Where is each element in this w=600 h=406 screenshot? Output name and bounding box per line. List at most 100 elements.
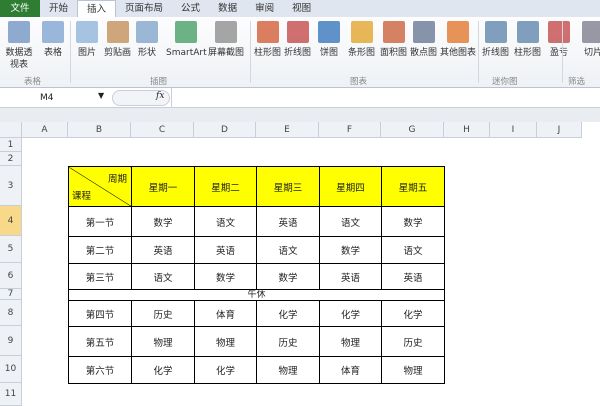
row-header[interactable]: 4: [0, 206, 22, 236]
day-header[interactable]: 星期四: [319, 166, 382, 207]
shapes-button[interactable]: 形状: [136, 21, 158, 59]
fx-icon[interactable]: fx: [156, 91, 164, 101]
subject-cell[interactable]: 数学: [381, 206, 445, 237]
name-box[interactable]: M4: [0, 90, 110, 106]
other-charts-button[interactable]: 其他图表: [440, 21, 476, 59]
ribbon-group-label: 插图: [150, 77, 168, 87]
table-button[interactable]: 表格: [42, 21, 64, 59]
subject-cell[interactable]: 物理: [256, 356, 320, 384]
subject-cell[interactable]: 英语: [256, 206, 320, 237]
period-label[interactable]: 第五节: [68, 326, 132, 357]
formula-bar: M4 ▼ fx: [0, 88, 600, 108]
column-header[interactable]: H: [444, 122, 490, 138]
tab-3[interactable]: 页面布局: [116, 0, 172, 17]
group-separator: [70, 21, 71, 83]
subject-cell[interactable]: 历史: [381, 326, 445, 357]
row-header[interactable]: 3: [0, 166, 22, 206]
row-header[interactable]: 2: [0, 152, 22, 166]
slicer-button[interactable]: 切片: [582, 21, 600, 59]
picture-button[interactable]: 图片: [76, 21, 98, 59]
subject-cell[interactable]: 数学: [319, 236, 382, 264]
subject-cell[interactable]: 体育: [194, 300, 257, 327]
tab-7[interactable]: 视图: [283, 0, 320, 17]
smartart-button[interactable]: SmartArt: [166, 21, 207, 59]
select-all-corner[interactable]: [0, 122, 22, 138]
column-header[interactable]: D: [194, 122, 256, 138]
row-header[interactable]: 11: [0, 383, 22, 406]
subject-cell[interactable]: 化学: [319, 300, 382, 327]
subject-cell[interactable]: 历史: [256, 326, 320, 357]
row-header[interactable]: 8: [0, 300, 22, 326]
subject-cell[interactable]: 物理: [131, 326, 195, 357]
pie-chart-button[interactable]: 饼图: [318, 21, 340, 59]
row-header[interactable]: 6: [0, 263, 22, 289]
subject-cell[interactable]: 语文: [194, 206, 257, 237]
column-header[interactable]: I: [490, 122, 537, 138]
column-header[interactable]: C: [131, 122, 194, 138]
day-header[interactable]: 星期三: [256, 166, 320, 207]
subject-cell[interactable]: 数学: [194, 263, 257, 290]
tab-2[interactable]: 插入: [77, 0, 117, 17]
row-header[interactable]: 7: [0, 289, 22, 300]
subject-cell[interactable]: 语文: [131, 263, 195, 290]
sparkline-winloss-button[interactable]: 盈亏: [548, 21, 570, 59]
subject-cell[interactable]: 物理: [381, 356, 445, 384]
row-header[interactable]: 5: [0, 236, 22, 263]
subject-cell[interactable]: 语文: [256, 236, 320, 264]
corner-cell[interactable]: 周期 课程: [68, 166, 132, 207]
subject-cell[interactable]: 数学: [256, 263, 320, 290]
subject-cell[interactable]: 历史: [131, 300, 195, 327]
name-box-dropdown-icon[interactable]: ▼: [98, 91, 104, 100]
subject-cell[interactable]: 体育: [319, 356, 382, 384]
subject-cell[interactable]: 语文: [319, 206, 382, 237]
tab-0[interactable]: 文件: [0, 0, 40, 17]
column-header[interactable]: F: [319, 122, 381, 138]
subject-cell[interactable]: 语文: [381, 236, 445, 264]
day-header[interactable]: 星期五: [381, 166, 445, 207]
pivot-table-button[interactable]: 数据透视表: [4, 21, 34, 71]
row-header[interactable]: 9: [0, 326, 22, 356]
tab-1[interactable]: 开始: [40, 0, 77, 17]
row-header[interactable]: 10: [0, 356, 22, 383]
subject-cell[interactable]: 化学: [381, 300, 445, 327]
column-header[interactable]: B: [68, 122, 131, 138]
subject-cell[interactable]: 英语: [381, 263, 445, 290]
subject-cell[interactable]: 化学: [131, 356, 195, 384]
button-label: 饼图: [319, 48, 338, 58]
subject-cell[interactable]: 化学: [256, 300, 320, 327]
sparkline-line-button[interactable]: 折线图: [482, 21, 509, 59]
subject-cell[interactable]: 化学: [194, 356, 257, 384]
column-chart-button[interactable]: 柱形图: [254, 21, 281, 59]
period-label[interactable]: 第三节: [68, 263, 132, 290]
subject-cell[interactable]: 英语: [194, 236, 257, 264]
clipart-button[interactable]: 剪贴画: [104, 21, 131, 59]
tab-4[interactable]: 公式: [172, 0, 209, 17]
subject-cell[interactable]: 英语: [131, 236, 195, 264]
column-header[interactable]: G: [381, 122, 444, 138]
sparkline-column-button[interactable]: 柱形图: [514, 21, 541, 59]
bar-chart-button[interactable]: 条形图: [348, 21, 375, 59]
tab-5[interactable]: 数据: [209, 0, 246, 17]
subject-cell[interactable]: 数学: [131, 206, 195, 237]
day-header[interactable]: 星期一: [131, 166, 195, 207]
column-header[interactable]: J: [537, 122, 582, 138]
button-label: 条形图: [348, 48, 376, 58]
subject-cell[interactable]: 英语: [319, 263, 382, 290]
tab-6[interactable]: 审阅: [246, 0, 283, 17]
period-label[interactable]: 第一节: [68, 206, 132, 237]
column-header[interactable]: A: [22, 122, 68, 138]
subject-cell[interactable]: 物理: [319, 326, 382, 357]
line-chart-button[interactable]: 折线图: [284, 21, 311, 59]
break-cell[interactable]: 午休: [68, 289, 445, 301]
day-header[interactable]: 星期二: [194, 166, 257, 207]
row-header[interactable]: 1: [0, 138, 22, 152]
screenshot-button[interactable]: 屏幕截图: [208, 21, 244, 59]
formula-input[interactable]: [171, 88, 600, 108]
subject-cell[interactable]: 物理: [194, 326, 257, 357]
period-label[interactable]: 第六节: [68, 356, 132, 384]
column-header[interactable]: E: [256, 122, 319, 138]
period-label[interactable]: 第二节: [68, 236, 132, 264]
period-label[interactable]: 第四节: [68, 300, 132, 327]
area-chart-button[interactable]: 面积图: [380, 21, 407, 59]
scatter-chart-button[interactable]: 散点图: [410, 21, 437, 59]
